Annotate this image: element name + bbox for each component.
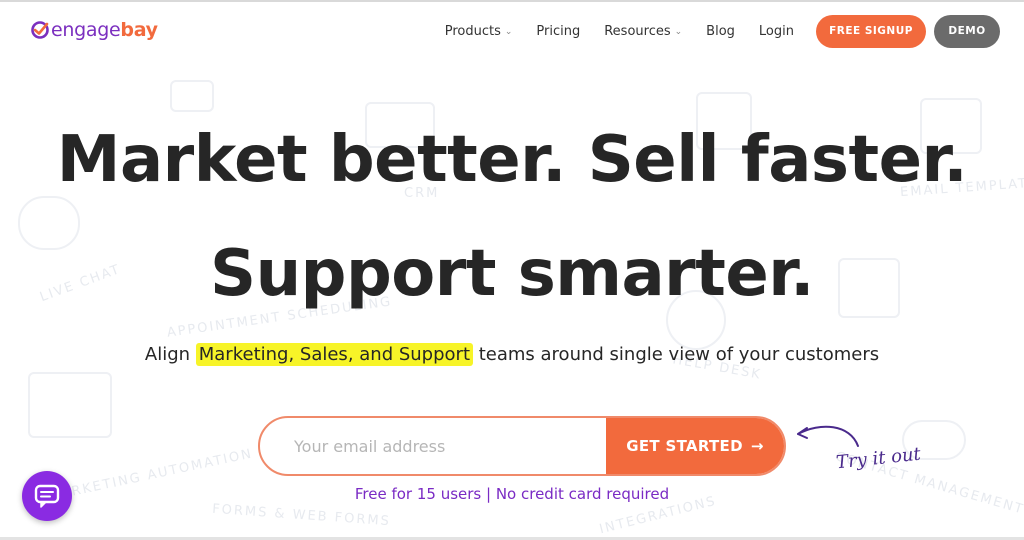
free-users-note: Free for 15 users | No credit card requi… <box>354 485 670 503</box>
logo-wordmark: engagebay <box>51 19 158 41</box>
chevron-down-icon: ⌄ <box>674 27 683 37</box>
chat-widget-button[interactable] <box>22 471 72 521</box>
demo-button[interactable]: DEMO <box>934 14 1000 48</box>
chevron-down-icon: ⌄ <box>504 27 513 37</box>
nav-item-pricing[interactable]: Pricing <box>536 24 580 39</box>
subheadline-highlight: Marketing, Sales, and Support <box>195 343 473 366</box>
hero-headline-line1: Market better. Sell faster. <box>56 123 968 197</box>
nav-item-blog[interactable]: Blog <box>706 24 735 39</box>
curved-arrow-icon <box>797 425 859 447</box>
hero-headline-line2: Support smarter. <box>210 237 814 311</box>
doodle-envelope <box>170 80 214 112</box>
subheadline-post: teams around single view of your custome… <box>473 344 880 365</box>
top-nav: Products ⌄ Pricing Resources ⌄ Blog Logi… <box>445 14 1000 48</box>
nav-label-blog: Blog <box>706 23 735 39</box>
get-started-button[interactable]: GET STARTED → <box>606 418 784 474</box>
doodle-org-chart <box>28 372 112 438</box>
nav-item-products[interactable]: Products ⌄ <box>445 24 513 39</box>
logo-icon <box>31 21 49 39</box>
free-signup-button[interactable]: FREE SIGNUP <box>816 14 926 48</box>
email-signup-form: GET STARTED → <box>258 416 786 476</box>
nav-label-pricing: Pricing <box>536 23 581 39</box>
hero-subheadline: Align Marketing, Sales, and Support team… <box>0 343 1024 366</box>
window-top-border <box>0 0 1024 2</box>
subheadline-pre: Align <box>144 344 196 365</box>
logo-text-bay: bay <box>120 19 158 41</box>
bg-label-forms: FORMS & WEB FORMS <box>211 501 392 530</box>
chat-icon <box>34 484 60 508</box>
logo-text-engage: engage <box>51 19 121 41</box>
arrow-right-icon: → <box>750 437 764 455</box>
get-started-label: GET STARTED <box>626 437 743 455</box>
nav-item-resources[interactable]: Resources ⌄ <box>604 24 682 39</box>
nav-item-login[interactable]: Login <box>759 24 794 39</box>
email-input[interactable] <box>260 418 606 474</box>
nav-label-resources: Resources <box>604 23 671 39</box>
nav-label-products: Products <box>444 23 501 39</box>
nav-label-login: Login <box>758 23 794 39</box>
brand-logo[interactable]: engagebay <box>30 18 158 42</box>
